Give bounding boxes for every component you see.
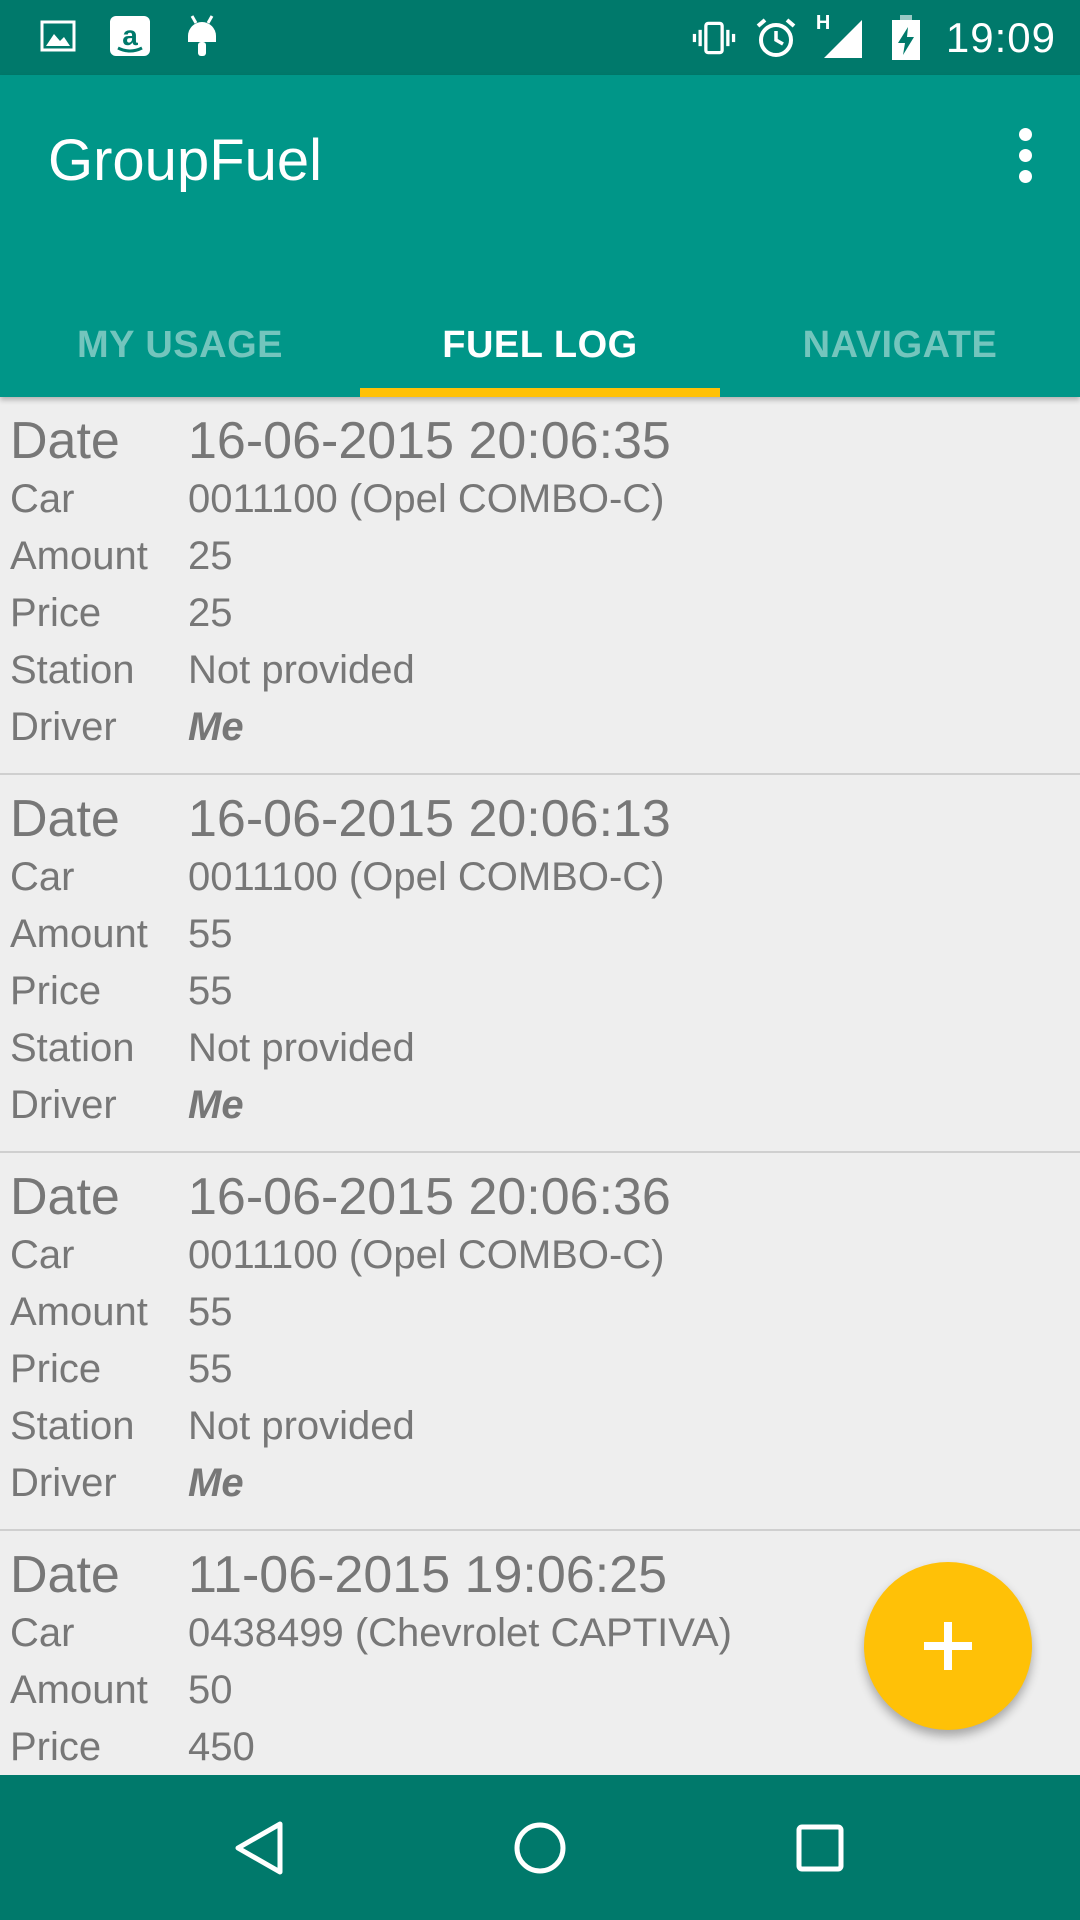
battery-charging-icon: [884, 15, 928, 60]
status-bar: a H 19:09: [0, 0, 1080, 75]
driver-label: Driver: [10, 1083, 117, 1127]
svg-text:a: a: [122, 20, 138, 51]
price-label: Price: [10, 969, 102, 1013]
car-label: Car: [10, 1611, 75, 1655]
add-fuel-button[interactable]: [864, 1562, 1032, 1730]
car-label: Car: [10, 477, 75, 521]
amazon-icon: a: [108, 14, 152, 58]
app-bar: GroupFuel MY USAGE FUEL LOG NAVIGATE: [0, 75, 1080, 397]
amount-label: Amount: [10, 1290, 148, 1334]
date-label: Date: [10, 412, 120, 470]
price-value: 450: [188, 1725, 255, 1769]
price-value: 55: [188, 1347, 233, 1391]
date-label: Date: [10, 1546, 120, 1604]
recents-icon: [796, 1824, 844, 1871]
price-value: 55: [188, 969, 233, 1013]
driver-label: Driver: [10, 1461, 117, 1505]
navigation-bar: [0, 1775, 1080, 1920]
amount-label: Amount: [10, 534, 148, 578]
driver-value: Me: [188, 1461, 244, 1505]
date-value: 16-06-2015 20:06:35: [188, 412, 671, 470]
car-label: Car: [10, 855, 75, 899]
price-label: Price: [10, 591, 102, 635]
tab-fuel-log[interactable]: FUEL LOG: [360, 293, 720, 397]
driver-value: Me: [188, 1083, 244, 1127]
car-value: 0011100 (Opel COMBO-C): [188, 477, 665, 521]
date-label: Date: [10, 790, 120, 848]
station-value: Not provided: [188, 1026, 415, 1070]
price-value: 25: [188, 591, 233, 635]
date-label: Date: [10, 1168, 120, 1226]
home-icon: [514, 1822, 566, 1873]
home-button[interactable]: [495, 1803, 585, 1893]
app-title: GroupFuel: [48, 128, 323, 193]
tab-my-usage[interactable]: MY USAGE: [0, 293, 360, 397]
signal-icon: H: [816, 12, 866, 60]
back-icon: [235, 1821, 283, 1874]
image-icon: [36, 14, 80, 58]
station-label: Station: [10, 1026, 135, 1070]
back-button[interactable]: [215, 1803, 305, 1893]
date-value: 16-06-2015 20:06:36: [188, 1168, 671, 1226]
alarm-icon: [754, 16, 798, 60]
plus-icon: [924, 1622, 972, 1670]
tab-navigate[interactable]: NAVIGATE: [720, 293, 1080, 397]
amount-label: Amount: [10, 1668, 148, 1712]
fuel-log-entry[interactable]: Date 16-06-2015 20:06:36 Car 0011100 (Opel…: [0, 1153, 1080, 1531]
car-label: Car: [10, 1233, 75, 1277]
car-value: 0438499 (Chevrolet CAPTIVA): [188, 1611, 732, 1655]
station-label: Station: [10, 648, 135, 692]
car-value: 0011100 (Opel COMBO-C): [188, 855, 665, 899]
price-label: Price: [10, 1347, 102, 1391]
fuel-log-entry[interactable]: Date 16-06-2015 20:06:13 Car 0011100 (Opel…: [0, 775, 1080, 1153]
price-label: Price: [10, 1725, 102, 1769]
amount-label: Amount: [10, 912, 148, 956]
station-value: Not provided: [188, 648, 415, 692]
amount-value: 55: [188, 1290, 233, 1334]
driver-value: Me: [188, 705, 244, 749]
station-label: Station: [10, 1404, 135, 1448]
fuel-log-entry[interactable]: Date 16-06-2015 20:06:35 Car 0011100 (Opel…: [0, 397, 1080, 775]
android-icon: [180, 14, 224, 58]
more-vert-icon[interactable]: [1000, 125, 1050, 185]
vibrate-icon: [692, 16, 736, 60]
amount-value: 50: [188, 1668, 233, 1712]
recents-button[interactable]: [775, 1803, 865, 1893]
amount-value: 55: [188, 912, 233, 956]
date-value: 16-06-2015 20:06:13: [188, 790, 671, 848]
clock: 19:09: [945, 14, 1056, 61]
tab-bar: MY USAGE FUEL LOG NAVIGATE: [0, 293, 1080, 397]
car-value: 0011100 (Opel COMBO-C): [188, 1233, 665, 1277]
amount-value: 25: [188, 534, 233, 578]
station-value: Not provided: [188, 1404, 415, 1448]
driver-label: Driver: [10, 705, 117, 749]
date-value: 11-06-2015 19:06:25: [188, 1546, 667, 1604]
